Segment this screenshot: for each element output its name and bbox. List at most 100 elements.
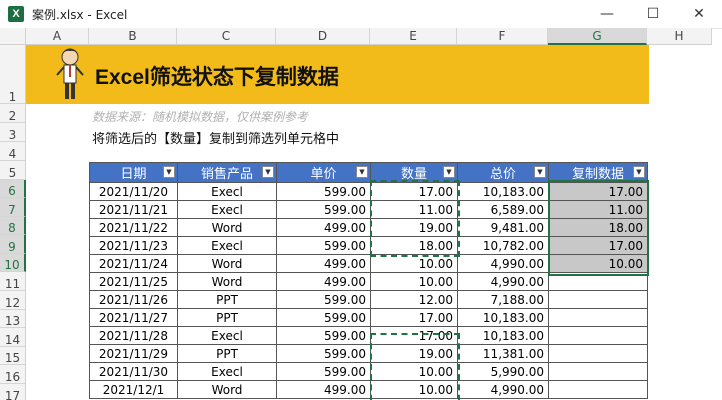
cell-qty[interactable]: 10.00	[370, 362, 458, 381]
cell-total[interactable]: 10,183.00	[457, 308, 549, 327]
cell-price[interactable]: 599.00	[276, 326, 371, 345]
cell-price[interactable]: 499.00	[276, 380, 371, 399]
cell-qty[interactable]: 11.00	[370, 200, 458, 219]
cell-date[interactable]: 2021/11/25	[89, 272, 178, 291]
cell-qty[interactable]: 17.00	[370, 326, 458, 345]
cell-product[interactable]: Execl	[177, 182, 277, 201]
cell-date[interactable]: 2021/11/22	[89, 218, 178, 237]
cell-date[interactable]: 2021/11/20	[89, 182, 178, 201]
column-header-d[interactable]: D	[276, 28, 370, 45]
filter-dropdown-icon[interactable]: ▼	[262, 166, 274, 178]
row-header-3[interactable]: 3	[0, 123, 26, 142]
cell-qty[interactable]: 19.00	[370, 218, 458, 237]
cell-qty[interactable]: 10.00	[370, 254, 458, 273]
cell-total[interactable]: 9,481.00	[457, 218, 549, 237]
cell-copy[interactable]: 18.00	[548, 218, 648, 237]
row-header-11[interactable]: 11	[0, 272, 26, 291]
cell-product[interactable]: Word	[177, 218, 277, 237]
cell-price[interactable]: 499.00	[276, 218, 371, 237]
cell-qty[interactable]: 17.00	[370, 182, 458, 201]
column-header-b[interactable]: B	[89, 28, 177, 45]
cell-product[interactable]: Word	[177, 380, 277, 399]
cell-date[interactable]: 2021/11/21	[89, 200, 178, 219]
row-header-7[interactable]: 7	[0, 198, 26, 217]
cell-copy[interactable]: 17.00	[548, 182, 648, 201]
cell-total[interactable]: 10,782.00	[457, 236, 549, 255]
cell-qty[interactable]: 12.00	[370, 290, 458, 309]
close-button[interactable]: ✕	[676, 0, 722, 28]
cell-price[interactable]: 599.00	[276, 344, 371, 363]
cell-copy[interactable]: 10.00	[548, 254, 648, 273]
filter-dropdown-icon[interactable]: ▼	[443, 166, 455, 178]
minimize-button[interactable]: —	[584, 0, 630, 28]
column-header-h[interactable]: H	[647, 28, 712, 45]
cell-product[interactable]: Execl	[177, 326, 277, 345]
cell-price[interactable]: 499.00	[276, 254, 371, 273]
column-header-c[interactable]: C	[177, 28, 276, 45]
row-header-6[interactable]: 6	[0, 180, 26, 198]
cell-price[interactable]: 599.00	[276, 182, 371, 201]
cell-product[interactable]: PPT	[177, 344, 277, 363]
cell-product[interactable]: PPT	[177, 290, 277, 309]
cell-qty[interactable]: 17.00	[370, 308, 458, 327]
cell-product[interactable]: Execl	[177, 362, 277, 381]
row-header-15[interactable]: 15	[0, 347, 26, 365]
cell-date[interactable]: 2021/11/24	[89, 254, 178, 273]
cell-copy[interactable]	[548, 308, 648, 327]
cell-copy[interactable]	[548, 344, 648, 363]
cell-price[interactable]: 599.00	[276, 200, 371, 219]
cell-product[interactable]: Word	[177, 272, 277, 291]
row-header-13[interactable]: 13	[0, 310, 26, 328]
row-header-16[interactable]: 16	[0, 365, 26, 384]
row-header-2[interactable]: 2	[0, 104, 26, 123]
cell-copy[interactable]	[548, 362, 648, 381]
column-header-e[interactable]: E	[370, 28, 457, 45]
cell-qty[interactable]: 10.00	[370, 380, 458, 399]
spreadsheet-grid[interactable]: ABCDEFGH 1 2 3 4 5 6 7 8 9 10 11 12 13 14 15 16 17 Excel…	[0, 28, 722, 400]
select-all-corner[interactable]	[0, 28, 26, 45]
cell-total[interactable]: 5,990.00	[457, 362, 549, 381]
cell-product[interactable]: Word	[177, 254, 277, 273]
cell-product[interactable]: Execl	[177, 200, 277, 219]
row-header-5[interactable]: 5	[0, 161, 26, 180]
cell-date[interactable]: 2021/11/23	[89, 236, 178, 255]
filter-dropdown-icon[interactable]: ▼	[163, 166, 175, 178]
cell-date[interactable]: 2021/11/29	[89, 344, 178, 363]
cell-qty[interactable]: 10.00	[370, 272, 458, 291]
filter-dropdown-icon[interactable]: ▼	[356, 166, 368, 178]
cell-copy[interactable]	[548, 380, 648, 399]
cell-date[interactable]: 2021/12/1	[89, 380, 178, 399]
row-header-14[interactable]: 14	[0, 328, 26, 347]
column-header-f[interactable]: F	[457, 28, 548, 45]
cell-price[interactable]: 499.00	[276, 272, 371, 291]
cell-price[interactable]: 599.00	[276, 290, 371, 309]
row-header-17[interactable]: 17	[0, 384, 26, 400]
row-header-8[interactable]: 8	[0, 217, 26, 235]
cell-total[interactable]: 6,589.00	[457, 200, 549, 219]
cell-price[interactable]: 599.00	[276, 308, 371, 327]
cell-total[interactable]: 11,381.00	[457, 344, 549, 363]
cell-total[interactable]: 10,183.00	[457, 182, 549, 201]
cell-date[interactable]: 2021/11/30	[89, 362, 178, 381]
cell-copy[interactable]	[548, 326, 648, 345]
row-header-4[interactable]: 4	[0, 142, 26, 161]
filter-dropdown-icon[interactable]: ▼	[633, 166, 645, 178]
cell-total[interactable]: 4,990.00	[457, 254, 549, 273]
column-header-a[interactable]: A	[26, 28, 89, 45]
cell-copy[interactable]	[548, 272, 648, 291]
maximize-button[interactable]: ☐	[630, 0, 676, 28]
cell-qty[interactable]: 18.00	[370, 236, 458, 255]
cell-total[interactable]: 7,188.00	[457, 290, 549, 309]
cell-copy[interactable]: 17.00	[548, 236, 648, 255]
cell-qty[interactable]: 19.00	[370, 344, 458, 363]
cell-copy[interactable]	[548, 290, 648, 309]
cell-price[interactable]: 599.00	[276, 236, 371, 255]
row-header-10[interactable]: 10	[0, 254, 26, 272]
cell-total[interactable]: 4,990.00	[457, 272, 549, 291]
cell-copy[interactable]: 11.00	[548, 200, 648, 219]
filter-dropdown-icon[interactable]: ▼	[534, 166, 546, 178]
row-header-1[interactable]: 1	[0, 45, 26, 104]
cell-product[interactable]: Execl	[177, 236, 277, 255]
cell-price[interactable]: 599.00	[276, 362, 371, 381]
row-header-9[interactable]: 9	[0, 235, 26, 254]
